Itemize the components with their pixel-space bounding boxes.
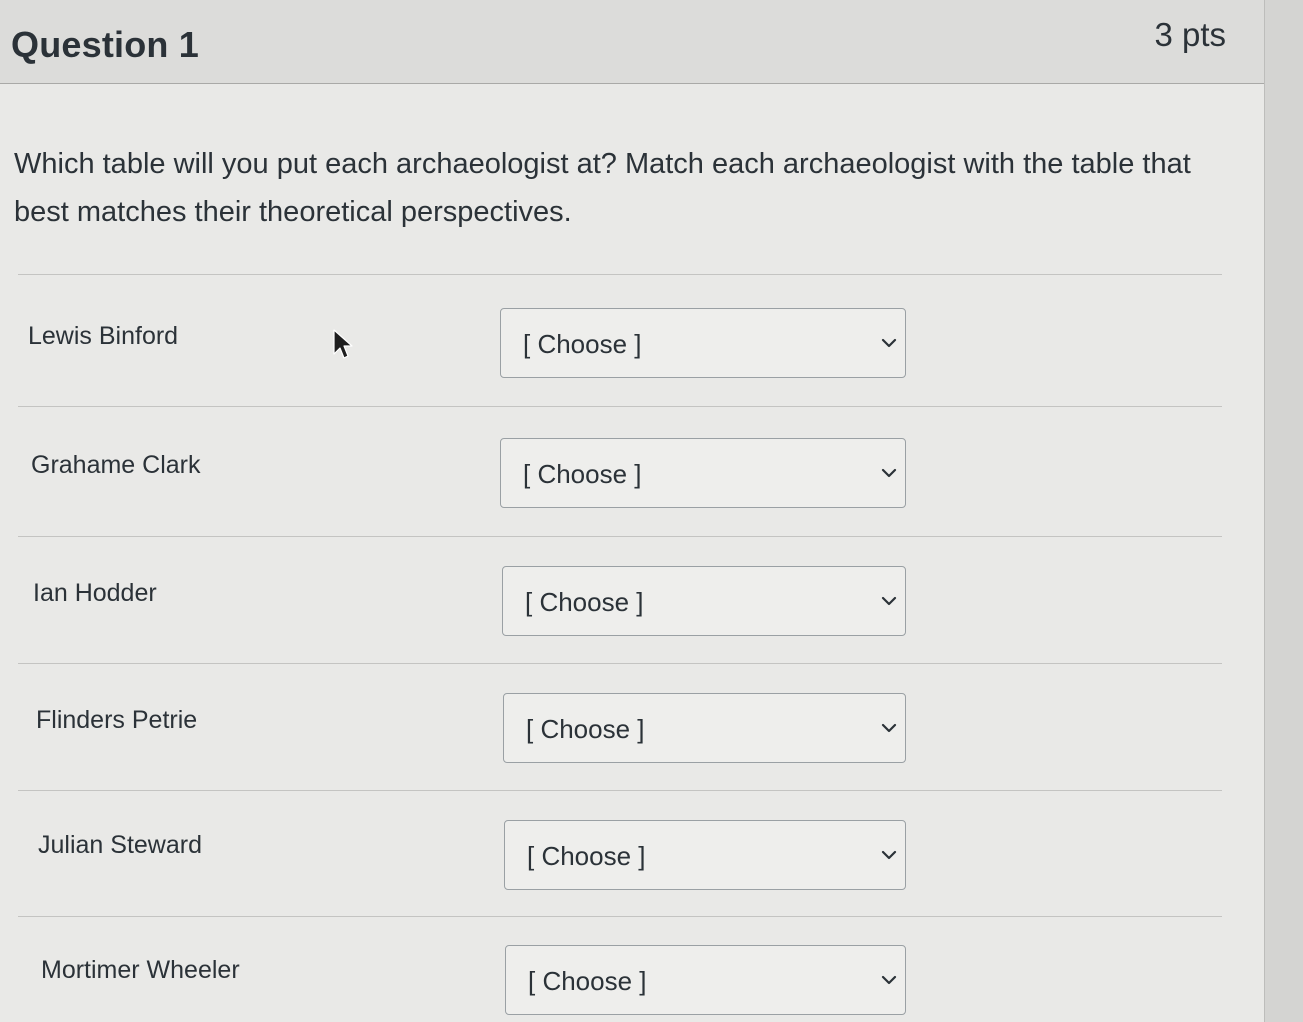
- question-title: Question 1: [11, 24, 200, 65]
- chevron-down-icon: [881, 850, 897, 860]
- match-select[interactable]: [ Choose ]: [502, 566, 906, 636]
- match-label: Grahame Clark: [31, 451, 201, 479]
- divider: [18, 790, 1222, 791]
- match-label: Ian Hodder: [33, 579, 157, 607]
- match-select[interactable]: [ Choose ]: [504, 820, 906, 890]
- match-label: Lewis Binford: [28, 322, 179, 350]
- match-select[interactable]: [ Choose ]: [500, 438, 906, 508]
- divider: [18, 536, 1222, 537]
- select-value: [ Choose ]: [528, 966, 647, 996]
- divider: [18, 663, 1222, 664]
- quiz-question-panel: Question 1 3 pts Which table will you pu…: [0, 0, 1265, 1022]
- match-select[interactable]: [ Choose ]: [505, 945, 906, 1015]
- divider: [18, 406, 1222, 407]
- select-value: [ Choose ]: [527, 841, 646, 871]
- select-value: [ Choose ]: [523, 459, 642, 489]
- match-label: Julian Steward: [38, 831, 202, 859]
- match-row-flinders-petrie: Flinders Petrie [ Choose ]: [0, 693, 1230, 832]
- select-value: [ Choose ]: [525, 587, 644, 617]
- mouse-cursor-icon: [333, 329, 353, 359]
- select-value: [ Choose ]: [523, 329, 642, 359]
- match-row-julian-steward: Julian Steward [ Choose ]: [0, 820, 1230, 957]
- match-row-ian-hodder: Ian Hodder [ Choose ]: [0, 566, 1230, 705]
- chevron-down-icon: [881, 596, 897, 606]
- question-text: Which table will you put each archaeolog…: [14, 148, 1191, 228]
- match-row-lewis-binford: Lewis Binford [ Choose ]: [0, 308, 1230, 448]
- select-value: [ Choose ]: [526, 714, 645, 744]
- match-select[interactable]: [ Choose ]: [500, 308, 906, 378]
- chevron-down-icon: [881, 723, 897, 733]
- match-label: Mortimer Wheeler: [41, 956, 240, 984]
- question-header: Question 1 3 pts: [0, 0, 1264, 84]
- chevron-down-icon: [881, 975, 897, 985]
- match-row-grahame-clark: Grahame Clark [ Choose ]: [0, 438, 1230, 577]
- divider: [18, 274, 1222, 275]
- divider: [18, 916, 1222, 917]
- match-select[interactable]: [ Choose ]: [503, 693, 906, 763]
- match-label: Flinders Petrie: [36, 706, 198, 734]
- match-row-mortimer-wheeler: Mortimer Wheeler [ Choose ]: [0, 945, 1230, 1022]
- question-points: 3 pts: [1154, 16, 1226, 53]
- chevron-down-icon: [881, 338, 897, 348]
- chevron-down-icon: [881, 468, 897, 478]
